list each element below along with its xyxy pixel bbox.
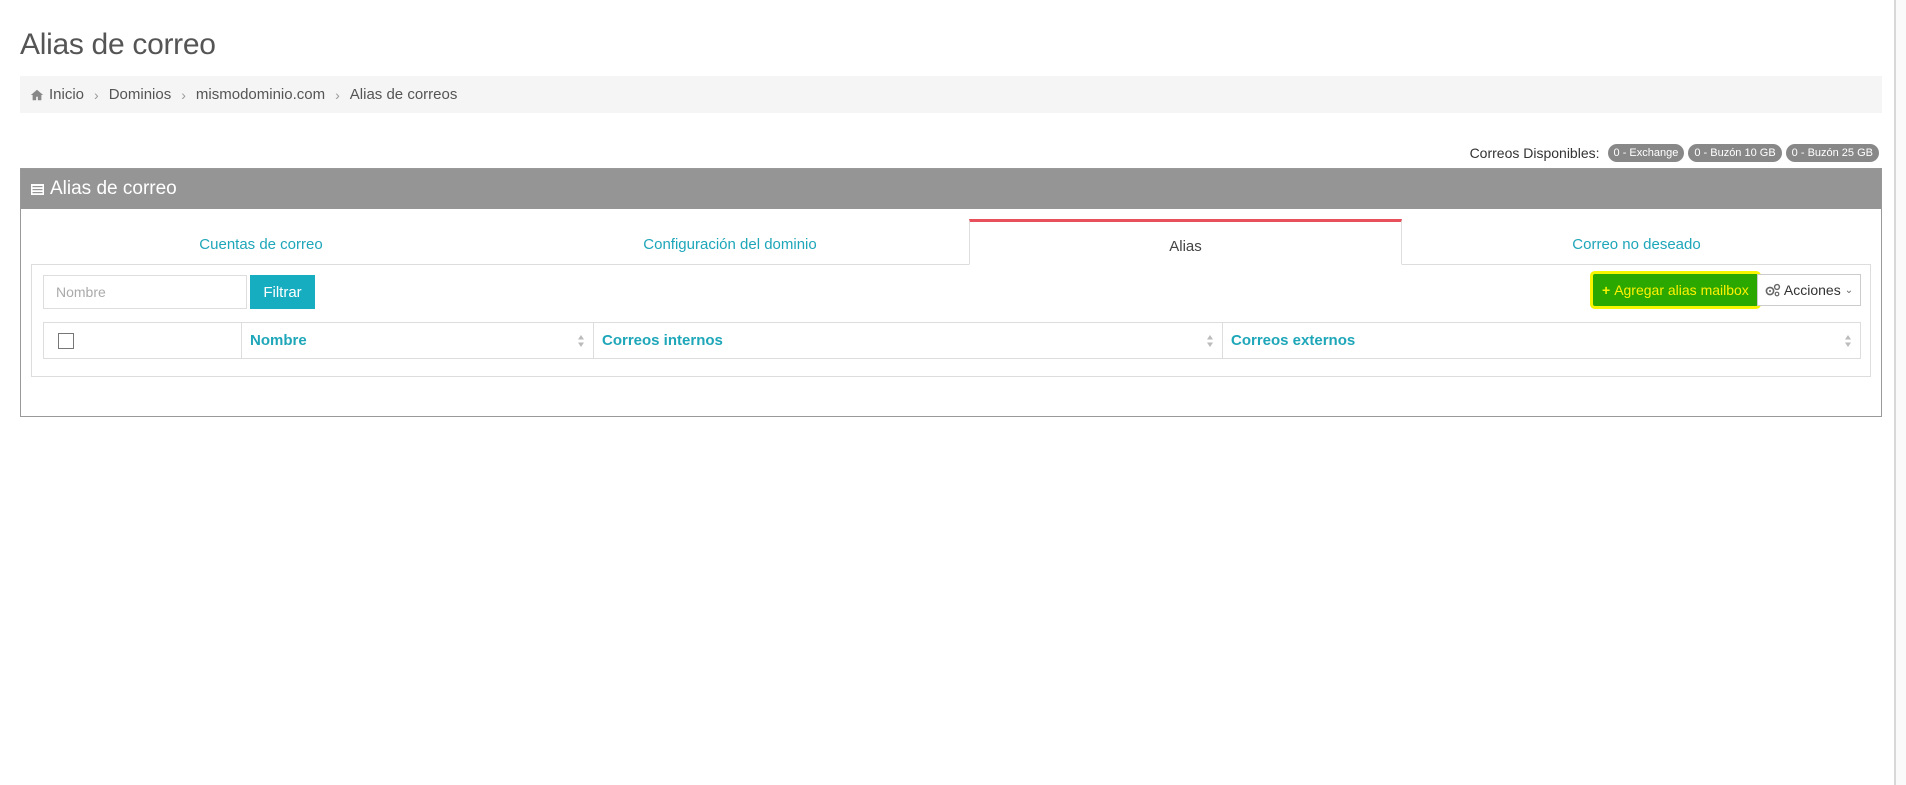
scrollbar[interactable] bbox=[1894, 0, 1906, 785]
column-header-correos-externos[interactable]: Correos externos bbox=[1223, 323, 1860, 358]
badge-mailbox-10gb: 0 - Buzón 10 GB bbox=[1688, 144, 1782, 162]
badge-exchange: 0 - Exchange bbox=[1607, 144, 1685, 162]
column-header-label: Nombre bbox=[250, 332, 307, 349]
sort-icon bbox=[578, 335, 584, 347]
sort-icon bbox=[1207, 335, 1213, 347]
actions-label: Acciones bbox=[1783, 282, 1841, 298]
select-all-cell bbox=[44, 323, 242, 358]
panel-title: Alias de correo bbox=[50, 178, 177, 199]
sort-icon bbox=[1845, 335, 1851, 347]
tab-correo-no-deseado[interactable]: Correo no deseado bbox=[1402, 219, 1871, 264]
gears-icon bbox=[1765, 283, 1780, 297]
breadcrumb: Inicio › Dominios › mismodominio.com › A… bbox=[20, 76, 1882, 113]
chevron-down-icon: ⌄ bbox=[1844, 284, 1854, 296]
page-title: Alias de correo bbox=[20, 28, 216, 61]
tab-configuracion-dominio[interactable]: Configuración del dominio bbox=[491, 219, 969, 264]
breadcrumb-domain[interactable]: mismodominio.com bbox=[196, 86, 325, 103]
available-label: Correos Disponibles: bbox=[1469, 145, 1600, 161]
home-icon bbox=[30, 89, 44, 100]
badge-mailbox-25gb: 0 - Buzón 25 GB bbox=[1785, 144, 1879, 162]
breadcrumb-dominios[interactable]: Dominios bbox=[109, 86, 172, 103]
alias-panel: Alias de correo Cuentas de correo Config… bbox=[20, 168, 1882, 417]
actions-dropdown-button[interactable]: Acciones ⌄ bbox=[1757, 274, 1861, 306]
alias-table-header: Nombre Correos internos Correos externos bbox=[43, 322, 1861, 359]
filter-button[interactable]: Filtrar bbox=[250, 275, 315, 309]
breadcrumb-separator: › bbox=[94, 86, 99, 103]
panel-header: Alias de correo bbox=[21, 169, 1881, 209]
breadcrumb-separator: › bbox=[181, 86, 186, 103]
tab-bar: Cuentas de correo Configuración del domi… bbox=[31, 219, 1871, 265]
plus-icon: + bbox=[1602, 282, 1611, 298]
available-mailboxes: Correos Disponibles: 0 - Exchange 0 - Bu… bbox=[1470, 144, 1879, 162]
add-alias-label: Agregar alias mailbox bbox=[1614, 282, 1749, 298]
breadcrumb-current: Alias de correos bbox=[349, 86, 458, 103]
tab-cuentas-de-correo[interactable]: Cuentas de correo bbox=[31, 219, 491, 264]
list-icon bbox=[31, 183, 44, 195]
select-all-checkbox[interactable] bbox=[58, 332, 74, 349]
alias-tab-content: Filtrar + Agregar alias mailbox Acciones… bbox=[31, 264, 1871, 377]
breadcrumb-home[interactable]: Inicio bbox=[49, 86, 84, 103]
breadcrumb-separator: › bbox=[335, 86, 340, 103]
column-header-nombre[interactable]: Nombre bbox=[242, 323, 594, 358]
column-header-label: Correos externos bbox=[1231, 332, 1356, 349]
tab-alias[interactable]: Alias bbox=[969, 219, 1402, 265]
column-header-correos-internos[interactable]: Correos internos bbox=[594, 323, 1223, 358]
name-filter-input[interactable] bbox=[43, 275, 247, 309]
add-alias-button[interactable]: + Agregar alias mailbox bbox=[1593, 274, 1758, 306]
column-header-label: Correos internos bbox=[602, 332, 723, 349]
